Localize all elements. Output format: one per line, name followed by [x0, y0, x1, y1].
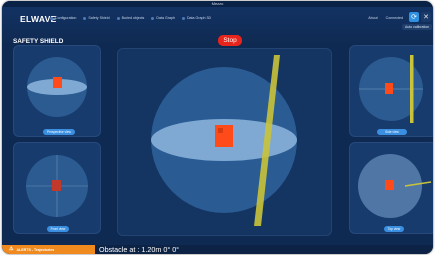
warning-icon: ⚠	[9, 246, 14, 252]
object-detail	[218, 128, 223, 133]
pole-obstacle	[410, 55, 414, 123]
object-marker	[385, 180, 394, 190]
nav-label: Data Graph	[156, 16, 175, 20]
front-view-button[interactable]: Front view	[47, 226, 69, 232]
obstacle-readout: Obstacle at : 1.20m 0° 0°	[99, 245, 180, 254]
connection-status: Connected	[385, 16, 403, 20]
side-view-canvas	[359, 55, 423, 123]
nav-safety-shield[interactable]: Safety Shield	[83, 16, 110, 20]
app-window: Mezzo ELWAVE Configuration Safety Shield…	[2, 1, 433, 254]
nav-data-graph-3d[interactable]: Data Graph 3D	[181, 16, 212, 20]
front-view-panel: Front view	[13, 142, 101, 234]
side-view-button[interactable]: Side view	[377, 129, 407, 135]
alert-label: ALERTS - Trajectories	[16, 247, 55, 252]
perspective-view-panel: Perspective view	[13, 45, 101, 137]
top-view-button[interactable]: Top view	[384, 226, 404, 232]
nav-dot-icon	[116, 16, 120, 20]
close-icon[interactable]: ✕	[421, 12, 431, 22]
nav-dot-icon	[83, 16, 87, 20]
stop-button[interactable]: Stop	[218, 35, 242, 46]
nav-label: Configuration	[55, 16, 77, 20]
nav-label: Safety Shield	[88, 16, 110, 20]
auto-calibration-icon[interactable]: ⟳	[409, 12, 419, 22]
status-bar: ⚠ ALERTS - Trajectories Obstacle at : 1.…	[2, 245, 433, 254]
tooltip: Auto calibration	[402, 24, 433, 30]
nav-configuration[interactable]: Configuration	[50, 16, 76, 20]
nav-dot-icon	[50, 16, 53, 20]
main-view-canvas	[151, 55, 297, 226]
nav-label: Buried objects	[121, 16, 145, 20]
window-title: Mezzo	[211, 1, 224, 6]
nav-data-graph[interactable]: Data Graph	[151, 16, 175, 20]
nav-label: Data Graph 3D	[186, 16, 212, 20]
page-title: SAFETY SHIELD	[13, 38, 64, 45]
about-link[interactable]: About	[368, 16, 377, 20]
header-links: About Connected	[368, 16, 403, 20]
object-marker	[53, 77, 62, 88]
object-marker	[52, 180, 61, 191]
nav-buried-objects[interactable]: Buried objects	[116, 16, 145, 20]
main-nav: Configuration Safety Shield Buried objec…	[50, 16, 211, 20]
perspective-view-button[interactable]: Perspective view	[43, 129, 75, 135]
front-view-canvas	[26, 155, 88, 217]
object-marker	[215, 125, 233, 147]
nav-dot-icon	[151, 16, 155, 20]
top-view-canvas	[358, 154, 432, 218]
perspective-view-canvas	[27, 57, 87, 117]
nav-dot-icon	[181, 16, 185, 20]
object-marker	[385, 83, 393, 94]
alert-banner[interactable]: ⚠ ALERTS - Trajectories	[2, 245, 95, 254]
top-view-panel: Top view	[349, 142, 433, 234]
main-view-panel	[117, 48, 332, 236]
side-view-panel: Side view	[349, 45, 433, 137]
